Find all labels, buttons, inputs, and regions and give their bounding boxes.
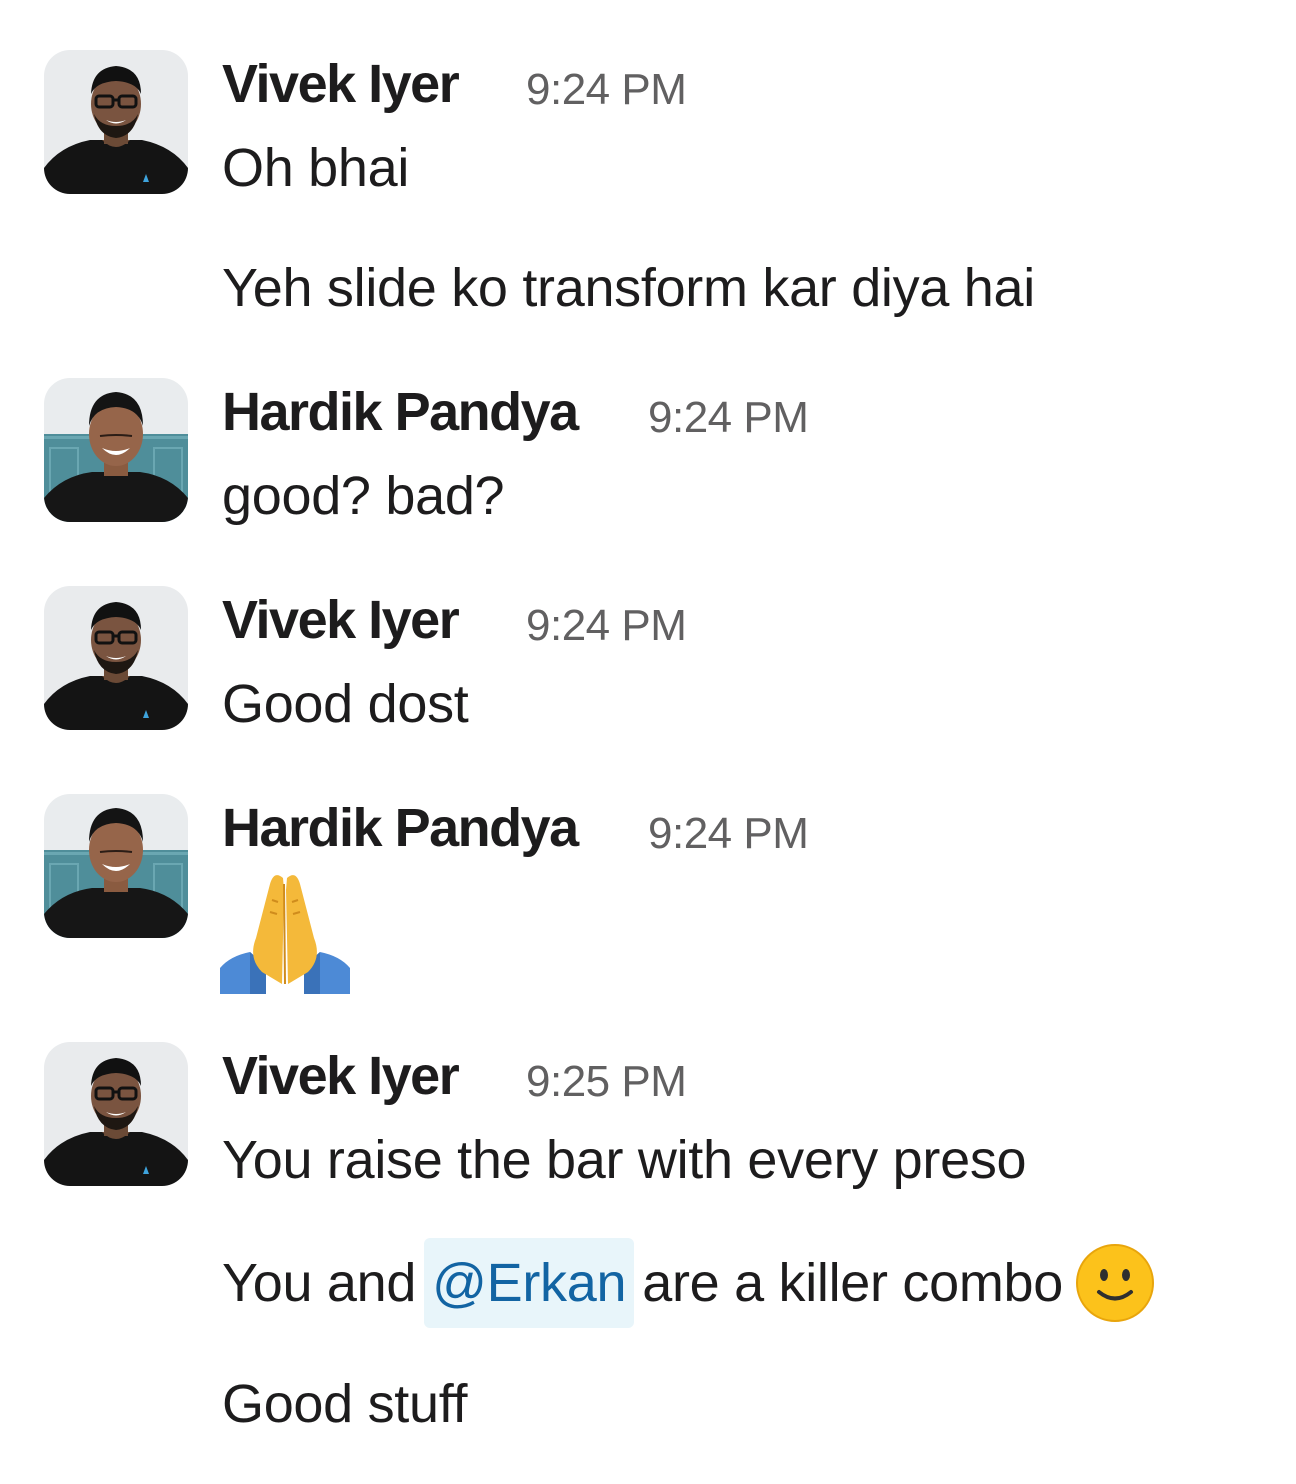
message-timestamp[interactable]: 9:25 PM [526, 1054, 687, 1110]
avatar-photo [44, 378, 188, 522]
message-text: You raise the bar with every preso [222, 1130, 1027, 1190]
user-avatar[interactable] [44, 50, 188, 194]
avatar-photo [44, 1042, 188, 1186]
message-text: Oh bhai [222, 138, 410, 198]
user-avatar[interactable] [44, 794, 188, 938]
message-text: Good stuff [222, 1374, 468, 1434]
slightly-smiling-face-emoji [1075, 1243, 1155, 1323]
message-text: Good dost [222, 674, 469, 734]
author-name[interactable]: Hardik Pandya [222, 796, 579, 860]
avatar-photo [44, 586, 188, 730]
user-avatar[interactable] [44, 378, 188, 522]
message-text: Yeh slide ko transform kar diya hai [222, 258, 1035, 318]
user-avatar[interactable] [44, 1042, 188, 1186]
message-text-segment: are a killer combo [642, 1253, 1063, 1313]
avatar-photo [44, 50, 188, 194]
message-text: good? bad? [222, 466, 505, 526]
message-timestamp[interactable]: 9:24 PM [526, 62, 687, 118]
author-name[interactable]: Vivek Iyer [222, 52, 460, 116]
message-timestamp[interactable]: 9:24 PM [648, 390, 809, 446]
message-text-segment: You and [222, 1253, 417, 1313]
avatar-photo [44, 794, 188, 938]
user-mention[interactable]: @Erkan [424, 1237, 635, 1328]
author-name[interactable]: Hardik Pandya [222, 380, 579, 444]
message-timestamp[interactable]: 9:24 PM [648, 806, 809, 862]
author-name[interactable]: Vivek Iyer [222, 1044, 460, 1108]
folded-hands-emoji [220, 866, 350, 994]
message-text-with-mention: You and @Erkan are a killer combo [222, 1237, 1155, 1332]
user-avatar[interactable] [44, 586, 188, 730]
message-timestamp[interactable]: 9:24 PM [526, 598, 687, 654]
author-name[interactable]: Vivek Iyer [222, 588, 460, 652]
